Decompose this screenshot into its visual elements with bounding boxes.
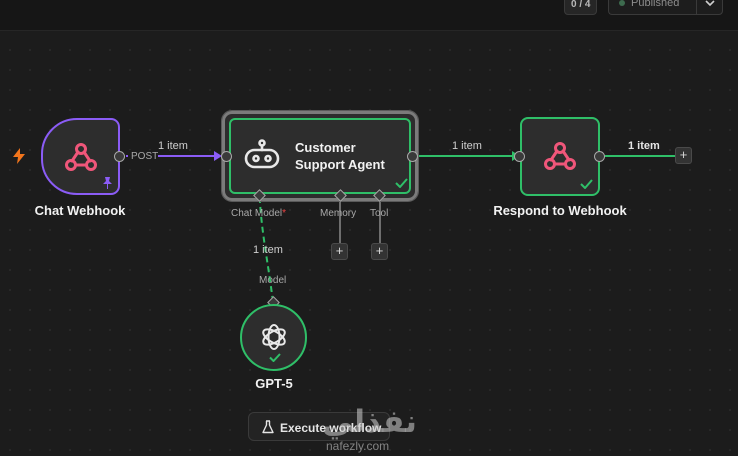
success-check-icon	[395, 178, 408, 188]
nafezly-watermark-url: nafezly.com	[326, 439, 390, 453]
tool-port-label: Tool	[370, 208, 389, 219]
edge-item-count: 1 item	[158, 140, 188, 152]
success-check-icon	[269, 353, 281, 362]
connections	[126, 150, 676, 303]
robot-icon	[244, 139, 280, 169]
agent-title-line-1: Customer	[295, 140, 356, 155]
agent-title: Customer Support Agent	[295, 139, 385, 173]
chat-model-port-label: Chat Model*	[231, 208, 287, 219]
flask-icon	[262, 420, 274, 434]
lightning-icon	[13, 148, 25, 164]
respond-to-webhook-title: Respond to Webhook	[493, 203, 627, 218]
respond-to-webhook-node[interactable]	[520, 117, 600, 196]
edge-item-count: 1 item	[628, 140, 660, 152]
customer-support-agent-node[interactable]: Customer Support Agent	[221, 110, 419, 202]
gpt-5-model-node[interactable]	[240, 304, 307, 371]
required-marker: *	[282, 208, 287, 219]
add-memory-button[interactable]: +	[331, 243, 348, 260]
agent-output-handle[interactable]	[407, 151, 418, 162]
chat-webhook-output-handle[interactable]	[114, 151, 125, 162]
add-tool-button[interactable]: +	[371, 243, 388, 260]
webhook-icon	[544, 142, 576, 170]
openai-icon	[262, 324, 286, 350]
post-method-label: POST	[131, 151, 159, 162]
gpt-5-title: GPT-5	[255, 376, 293, 391]
edge-item-count: 1 item	[253, 244, 283, 256]
webhook-icon	[65, 143, 97, 171]
respond-output-handle[interactable]	[594, 151, 605, 162]
nafezly-watermark-logo: نفذلي	[322, 404, 417, 440]
respond-input-handle[interactable]	[514, 151, 525, 162]
pin-icon[interactable]	[102, 177, 113, 189]
agent-title-line-2: Support Agent	[295, 157, 385, 172]
success-check-icon	[580, 179, 593, 189]
model-port-label: Model	[259, 275, 287, 286]
agent-input-handle[interactable]	[221, 151, 232, 162]
chat-webhook-title: Chat Webhook	[34, 203, 126, 218]
memory-port-label: Memory	[320, 208, 357, 219]
chat-webhook-node[interactable]	[41, 118, 120, 195]
add-next-node-button[interactable]: +	[675, 147, 692, 164]
edge-item-count: 1 item	[452, 140, 482, 152]
